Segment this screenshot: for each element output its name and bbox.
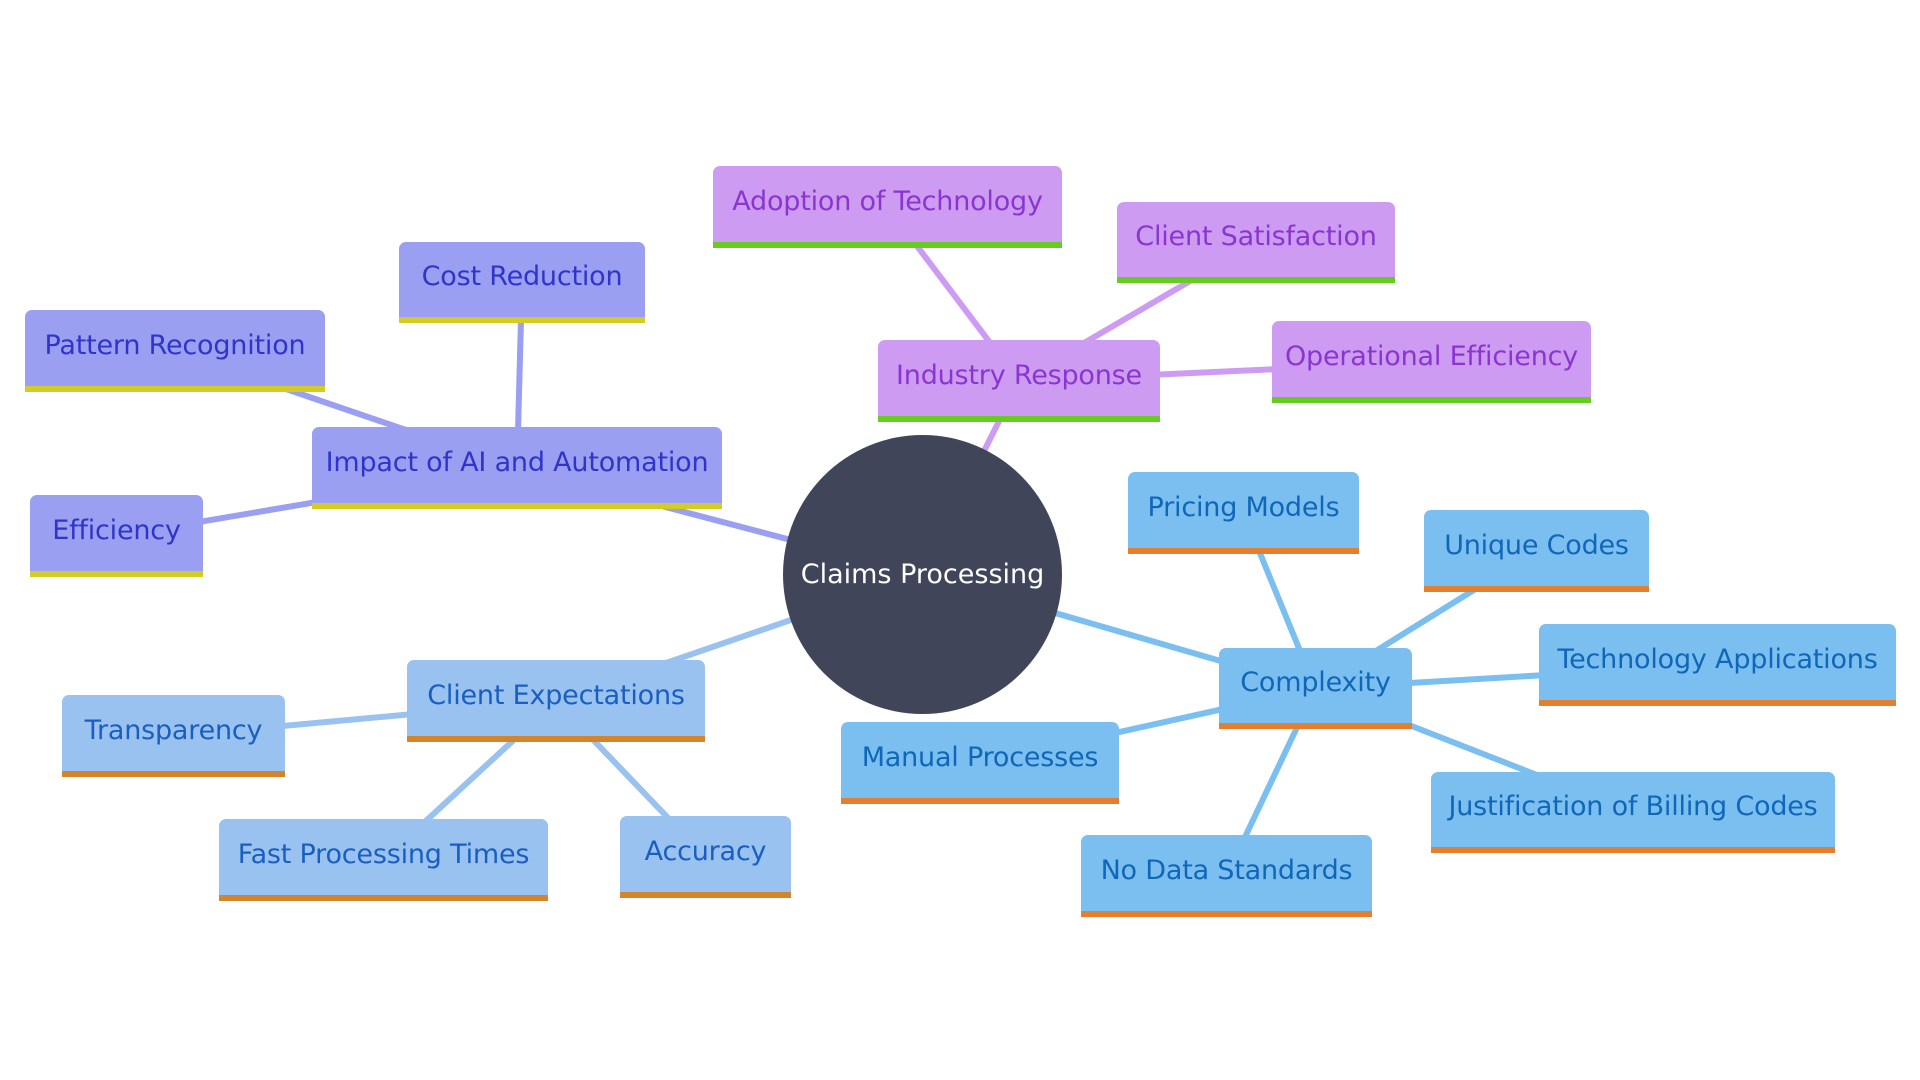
leaf-node-label: Technology Applications	[1557, 643, 1878, 675]
leaf-node-manual-processes[interactable]: Manual Processes	[841, 722, 1119, 804]
root-node-claims-processing[interactable]: Claims Processing	[783, 435, 1062, 714]
leaf-node-technology-applications[interactable]: Technology Applications	[1539, 624, 1896, 706]
leaf-node-label: Fast Processing Times	[237, 838, 530, 870]
branch-node-label: Industry Response	[896, 359, 1142, 391]
leaf-node-label: Pricing Models	[1147, 491, 1340, 523]
branch-node-complexity[interactable]: Complexity	[1219, 648, 1412, 729]
leaf-node-unique-codes[interactable]: Unique Codes	[1424, 510, 1649, 592]
leaf-node-fast-processing-times[interactable]: Fast Processing Times	[219, 819, 548, 901]
leaf-node-label: Transparency	[84, 714, 263, 746]
leaf-node-label: Client Satisfaction	[1135, 221, 1377, 252]
leaf-node-label: Efficiency	[52, 514, 181, 546]
leaf-node-pricing-models[interactable]: Pricing Models	[1128, 472, 1359, 554]
leaf-node-efficiency[interactable]: Efficiency	[30, 495, 203, 577]
leaf-node-accuracy[interactable]: Accuracy	[620, 816, 791, 898]
leaf-node-client-satisfaction[interactable]: Client Satisfaction	[1117, 202, 1395, 283]
branch-node-industry-response[interactable]: Industry Response	[878, 340, 1160, 422]
leaf-node-adoption-of-technology[interactable]: Adoption of Technology	[713, 166, 1062, 248]
branch-node-client-expectations[interactable]: Client Expectations	[407, 660, 705, 742]
branch-node-label: Client Expectations	[427, 679, 685, 711]
leaf-node-cost-reduction[interactable]: Cost Reduction	[399, 242, 645, 323]
leaf-node-justification-of-billing-codes[interactable]: Justification of Billing Codes	[1431, 772, 1835, 853]
mindmap-canvas: Claims Processing Impact of AI and Autom…	[0, 0, 1920, 1080]
leaf-node-label: Operational Efficiency	[1284, 340, 1579, 372]
branch-node-label: Complexity	[1240, 667, 1391, 698]
leaf-node-label: Accuracy	[644, 835, 767, 867]
leaf-node-no-data-standards[interactable]: No Data Standards	[1081, 835, 1372, 917]
leaf-node-label: Manual Processes	[861, 741, 1099, 773]
leaf-node-label: Cost Reduction	[421, 261, 623, 292]
leaf-node-label: Unique Codes	[1444, 529, 1629, 561]
leaf-node-pattern-recognition[interactable]: Pattern Recognition	[25, 310, 325, 392]
branch-node-impact-of-ai[interactable]: Impact of AI and Automation	[312, 427, 722, 509]
leaf-node-label: No Data Standards	[1100, 854, 1353, 886]
leaf-node-operational-efficiency[interactable]: Operational Efficiency	[1272, 321, 1591, 403]
leaf-node-label: Justification of Billing Codes	[1448, 791, 1818, 822]
leaf-node-transparency[interactable]: Transparency	[62, 695, 285, 777]
branch-node-label: Impact of AI and Automation	[325, 446, 709, 478]
leaf-node-label: Adoption of Technology	[732, 185, 1043, 217]
leaf-node-label: Pattern Recognition	[44, 329, 306, 361]
root-node-label: Claims Processing	[800, 559, 1045, 590]
